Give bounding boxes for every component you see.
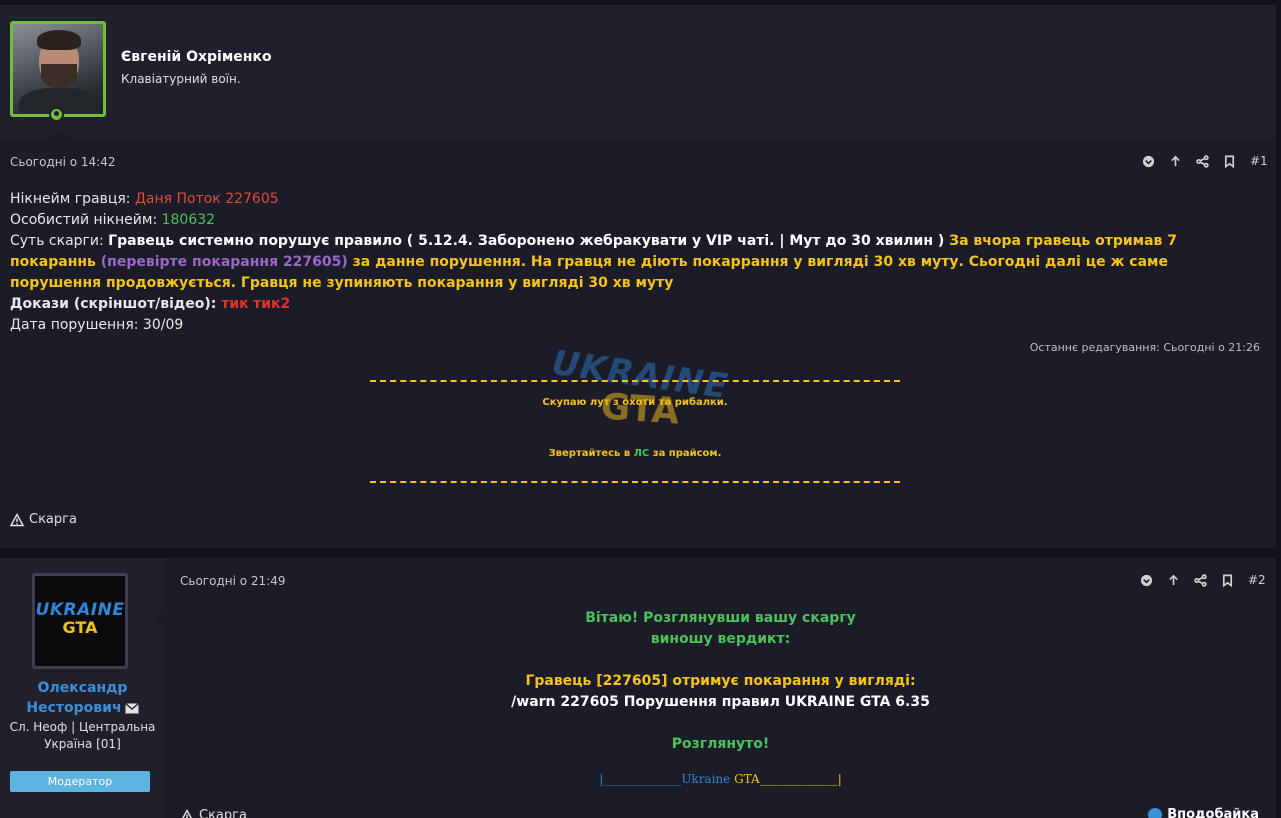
signature-line-2: Звертайтесь в ЛС за прайсом. [548,448,722,459]
signature-line-1: Скупаю лут з охоти та рибалки. [542,397,728,408]
warning-icon [181,808,193,818]
post-number[interactable]: #1 [1250,154,1268,168]
post-date[interactable]: Сьогодні о 14:42 [10,155,115,169]
moderator-badge: Модератор [10,771,150,792]
signature-divider-top [370,380,900,382]
violation-date-line: Дата порушення: 30/09 [10,317,184,333]
signature: UKRAINE GTA Скупаю лут з охоти та рибалк… [370,343,900,490]
chevron-down-circle-icon[interactable] [1142,155,1155,168]
ls-link[interactable]: ЛС [634,448,650,459]
share-icon[interactable] [1194,573,1207,587]
envelope-icon[interactable] [124,702,139,714]
verdict-line: Гравець [227605] отримує покарання у виг… [525,673,916,689]
proof-link-1[interactable]: тик [221,296,248,312]
post-actions: #1 [1142,154,1268,168]
complaint-essence: Суть скарги: Гравець системно порушує пр… [10,233,1178,291]
bookmark-icon[interactable] [1223,155,1236,168]
nickname-line: Нікнейм гравця: Даня Поток 227605 [10,191,279,207]
post-actions: #2 [1140,573,1266,587]
post-1-body: Нікнейм гравця: Даня Поток 227605 Особис… [10,189,1260,336]
post-number[interactable]: #2 [1248,573,1266,587]
command-line: /warn 227605 Порушення правил UKRAINE GT… [511,694,930,710]
avatar-hair [37,30,81,50]
post-2-author-sidebar: UKRAINE GTA Олександр Несторович Сл. Нео… [0,558,165,818]
nickname-value: Даня Поток 227605 [134,191,279,207]
proof-line: Докази (скріншот/відео): тик тик2 [10,296,291,312]
reviewed-line: Розглянуто! [671,736,770,752]
last-edit-note: Останнє редагування: Сьогодні о 21:26 [1029,341,1260,354]
author-name[interactable]: Євгеній Охріменко [121,49,272,65]
author-location: Сл. Неоф | Центральна Україна [01] [9,720,156,751]
author-avatar[interactable] [10,21,106,117]
like-icon [1148,807,1163,818]
author-avatar[interactable]: UKRAINE GTA [32,573,128,669]
report-button[interactable]: Скарга [10,512,77,527]
personal-nickname-line: Особистий нікнейм: 180632 [10,212,216,228]
post-date[interactable]: Сьогодні о 21:49 [180,574,285,588]
arrow-up-icon[interactable] [1167,574,1180,587]
greeting-line-2: виношу вердикт: [650,631,791,647]
avatar-beard [41,64,77,88]
warning-icon [10,512,24,526]
report-button[interactable]: Скарга [180,808,247,818]
arrow-up-icon[interactable] [1169,155,1182,168]
author-title: Клавіатурний воїн. [121,72,241,86]
user-online-icon [49,107,64,122]
post-2: UKRAINE GTA Олександр Несторович Сл. Нео… [0,558,1276,818]
author-name[interactable]: Олександр Несторович [0,678,165,718]
post-2-body: Вітаю! Розглянувши вашу скаргу виношу ве… [165,608,1276,790]
share-icon[interactable] [1196,154,1209,168]
bookmark-icon[interactable] [1221,574,1234,587]
post-1-author-header: Євгеній Охріменко Клавіатурний воїн. [0,5,1276,138]
greeting-line-1: Вітаю! Розглянувши вашу скаргу [585,610,856,626]
post-1: Євгеній Охріменко Клавіатурний воїн. Сьо… [0,5,1276,548]
personal-nickname-value: 180632 [161,212,216,228]
footer-line: |_____________Ukraine GTA_____________| [599,772,842,786]
chevron-down-circle-icon[interactable] [1140,574,1153,587]
signature-divider-bottom [370,481,900,483]
proof-link-2[interactable]: тик2 [253,296,290,312]
like-button[interactable]: Вподобайка [1148,807,1259,818]
